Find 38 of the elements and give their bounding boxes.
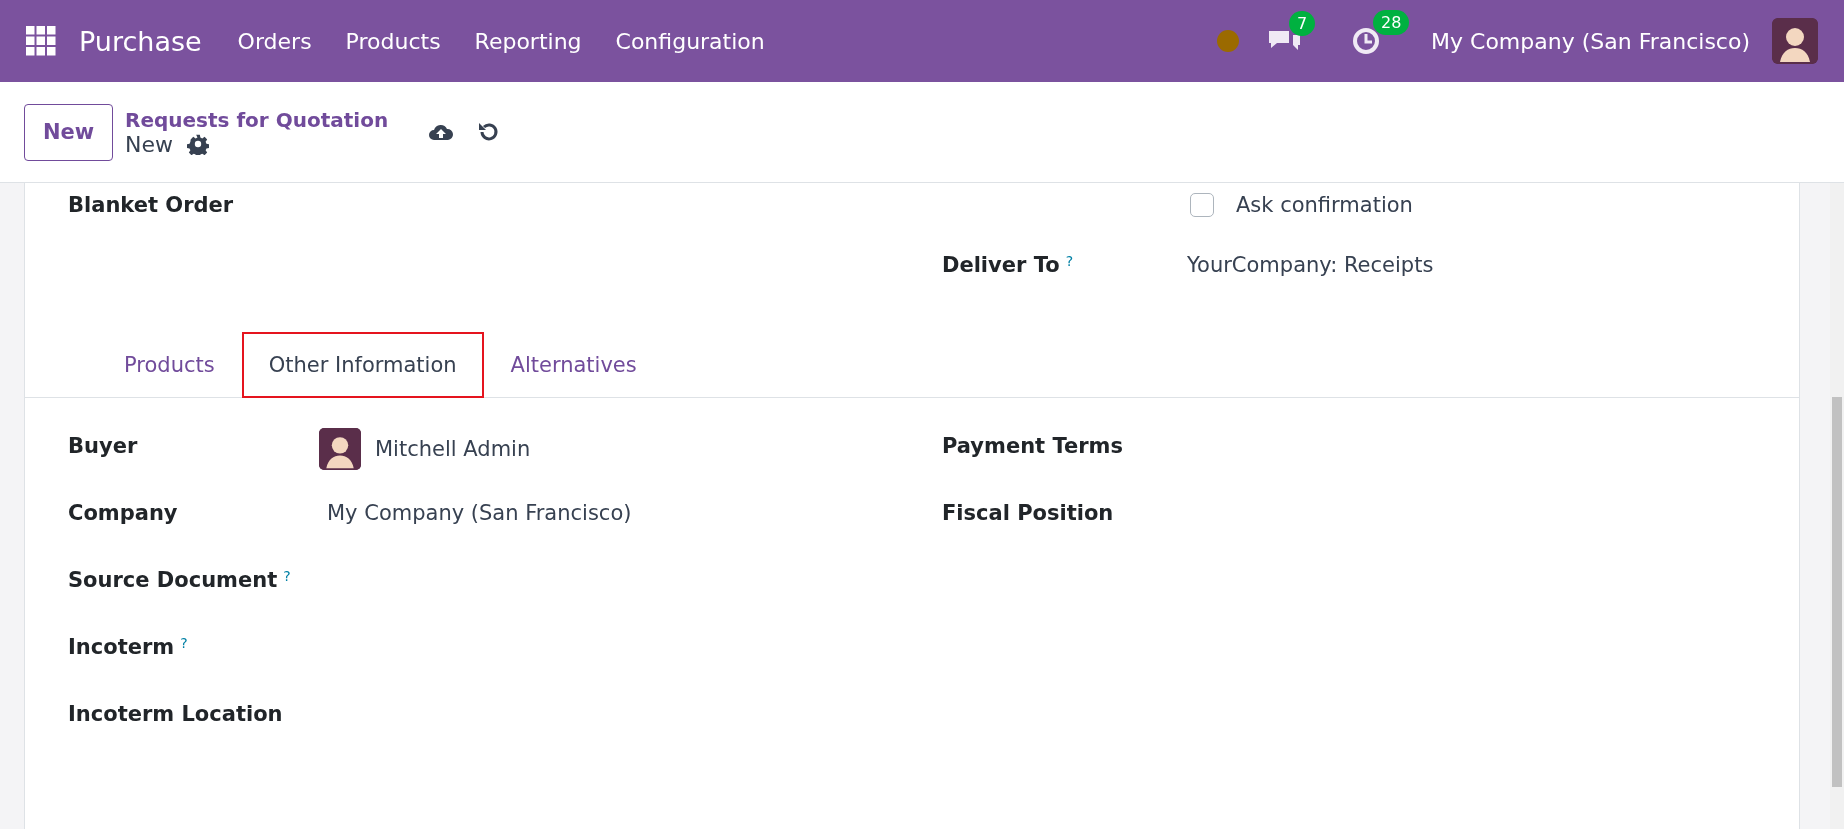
status-dot [1217,30,1240,52]
apps-grid-icon[interactable] [26,26,56,56]
menu-item[interactable]: Products [345,28,441,54]
field-value[interactable]: Mitchell Admin [375,437,531,461]
user-avatar [319,428,361,470]
field-label: Blanket Order [68,193,234,217]
field-label: Buyer [68,434,138,458]
field-value[interactable]: My Company (San Francisco) [327,501,632,525]
menu-item[interactable]: Orders [237,28,312,54]
field-label: Payment Terms [942,434,1123,458]
scrollbar[interactable] [1830,183,1844,829]
field-label: Source Document [68,568,278,593]
activity-count: 28 [1373,10,1410,35]
menu-item[interactable]: Configuration [615,28,765,54]
app-name[interactable]: Purchase [79,25,202,57]
help-mark[interactable]: ? [283,568,291,584]
tab[interactable]: Alternatives [483,332,664,398]
field-label: Incoterm Location [68,702,283,726]
clock-icon[interactable] [1351,26,1382,56]
message-count: 7 [1289,11,1316,36]
tab[interactable]: Other Information [241,332,484,398]
field-label: Incoterm [68,635,175,660]
new-button[interactable]: New [24,103,113,161]
help-mark[interactable]: ? [180,635,188,651]
menu-item[interactable]: Reporting [474,28,582,54]
user-avatar[interactable] [1772,18,1818,64]
tab[interactable]: Products [97,332,242,398]
company-switcher[interactable]: My Company (San Francisco) [1431,28,1750,54]
field-label: Deliver To [942,253,1060,278]
field-value[interactable]: YourCompany: Receipts [1187,253,1434,277]
checkbox[interactable] [1190,193,1214,217]
breadcrumb-link[interactable]: Requests for Quotation [125,107,389,132]
field-label: Company [68,501,178,525]
checkbox-label: Ask confirmation [1236,193,1413,217]
field-label: Fiscal Position [942,501,1114,525]
help-mark[interactable]: ? [1065,253,1074,269]
record-name: New [125,131,173,157]
gear-icon[interactable] [187,133,209,155]
